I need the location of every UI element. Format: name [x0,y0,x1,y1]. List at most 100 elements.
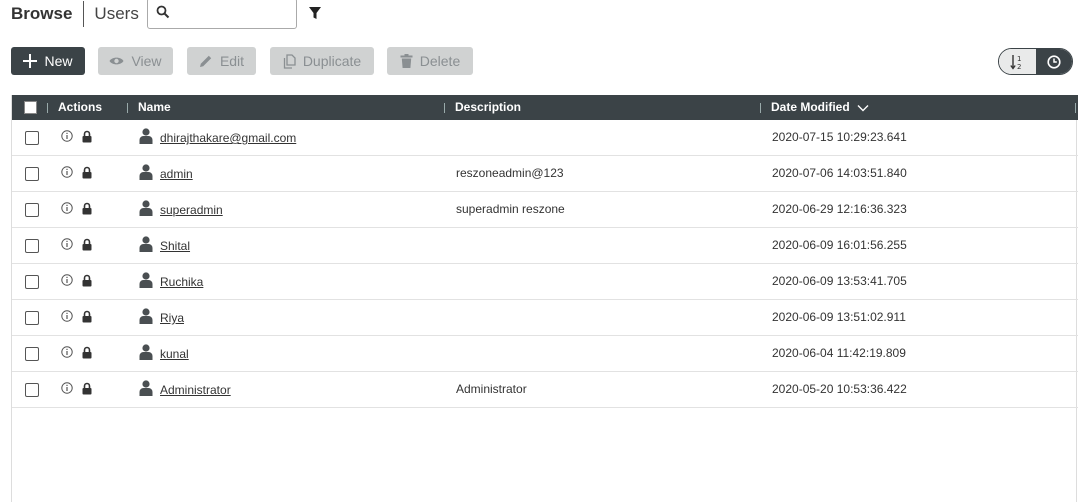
table-row[interactable]: dhirajthakare@gmail.com 2020-07-15 10:29:… [12,120,1078,156]
delete-button-label: Delete [419,53,461,69]
search-box[interactable] [147,0,297,29]
column-header-date-modified-label: Date Modified [771,100,850,114]
lock-icon[interactable] [82,274,92,287]
filter-icon[interactable] [308,6,322,20]
table-row[interactable]: Shital 2020-06-09 16:01:56.255 [12,228,1078,264]
view-button[interactable]: View [98,47,173,75]
svg-text:2: 2 [1017,63,1021,70]
svg-text:1: 1 [1017,55,1021,63]
user-name-link[interactable]: admin [160,167,193,181]
chevron-down-icon [857,104,869,112]
user-icon [139,164,153,180]
column-divider[interactable] [47,103,48,113]
row-checkbox[interactable] [25,167,39,181]
user-icon [139,308,153,324]
breadcrumb: Browse Users [11,1,139,27]
table-row[interactable]: Administrator Administrator 2020-05-20 10:… [12,372,1078,408]
user-name-link[interactable]: Administrator [160,383,231,397]
sort-alpha-button[interactable]: 1 2 [999,49,1036,74]
duplicate-button-label: Duplicate [302,53,362,69]
page-title: Users [94,4,139,23]
new-button[interactable]: New [11,47,85,75]
lock-icon[interactable] [82,310,92,323]
user-description: reszoneadmin@123 [456,166,564,180]
clock-icon [1047,54,1061,69]
row-checkbox[interactable] [25,347,39,361]
user-name-link[interactable]: superadmin [160,203,223,217]
info-icon[interactable] [61,202,73,214]
user-icon [139,128,153,144]
row-checkbox[interactable] [25,239,39,253]
table-row[interactable]: kunal 2020-06-04 11:42:19.809 [12,336,1078,372]
plus-icon [23,54,38,68]
column-divider[interactable] [127,103,128,113]
user-description: Administrator [456,382,527,396]
lock-icon[interactable] [82,238,92,251]
column-divider[interactable] [760,103,761,113]
user-icon [139,344,153,360]
column-header-date-modified[interactable]: Date Modified [771,95,869,120]
info-icon[interactable] [61,130,73,142]
date-modified: 2020-06-09 13:51:02.911 [772,310,906,324]
select-all-checkbox[interactable] [24,101,37,114]
column-header-description[interactable]: Description [455,95,521,120]
table-header: Actions Name Description Date Modified [12,95,1078,120]
user-icon [139,380,153,396]
table-row[interactable]: superadmin superadmin reszone 2020-06-29 1… [12,192,1078,228]
info-icon[interactable] [61,274,73,286]
delete-button[interactable]: Delete [387,47,473,75]
table-row[interactable]: Ruchika 2020-06-09 13:53:41.705 [12,264,1078,300]
date-modified: 2020-06-09 13:53:41.705 [772,274,907,288]
row-checkbox[interactable] [25,203,39,217]
lock-icon[interactable] [82,346,92,359]
search-input[interactable] [174,3,292,25]
info-icon[interactable] [61,382,73,394]
edit-button[interactable]: Edit [187,47,256,75]
column-header-actions: Actions [58,100,103,114]
user-icon [139,236,153,252]
user-name-link[interactable]: Shital [160,239,190,253]
date-modified: 2020-06-04 11:42:19.809 [772,346,906,360]
user-name-link[interactable]: Ruchika [160,275,203,289]
date-modified: 2020-07-06 14:03:51.840 [772,166,907,180]
lock-icon[interactable] [82,166,92,179]
info-icon[interactable] [61,310,73,322]
sort-toggle: 1 2 [998,48,1073,75]
user-name-link[interactable]: Riya [160,311,184,325]
eye-icon [109,57,124,65]
row-checkbox[interactable] [25,131,39,145]
search-icon [156,5,170,19]
column-divider[interactable] [444,103,445,113]
date-modified: 2020-05-20 10:53:36.422 [772,382,907,396]
info-icon[interactable] [61,238,73,250]
user-name-link[interactable]: kunal [160,347,189,361]
row-checkbox[interactable] [25,275,39,289]
view-button-label: View [131,53,162,69]
trash-icon [400,54,413,68]
user-description: superadmin reszone [456,202,565,216]
lock-icon[interactable] [82,382,92,395]
duplicate-button[interactable]: Duplicate [270,47,374,75]
new-button-label: New [44,53,73,69]
user-name-link[interactable]: dhirajthakare@gmail.com [160,131,296,145]
breadcrumb-browse[interactable]: Browse [11,4,72,24]
date-modified: 2020-07-15 10:29:23.641 [772,130,907,144]
row-checkbox[interactable] [25,311,39,325]
lock-icon[interactable] [82,130,92,143]
table-row[interactable]: Riya 2020-06-09 13:51:02.911 [12,300,1078,336]
column-divider[interactable] [1075,103,1076,113]
row-checkbox[interactable] [25,383,39,397]
duplicate-icon [283,53,296,69]
pencil-icon [199,55,212,67]
user-icon [139,272,153,288]
column-header-name[interactable]: Name [138,95,171,120]
date-modified: 2020-06-09 16:01:56.255 [772,238,907,252]
users-table: Actions Name Description Date Modified d… [11,95,1078,502]
sort-alpha-icon: 1 2 [1010,54,1022,70]
sort-date-button[interactable] [1035,49,1072,74]
edit-button-label: Edit [219,53,245,69]
lock-icon[interactable] [82,202,92,215]
info-icon[interactable] [61,166,73,178]
table-row[interactable]: admin reszoneadmin@123 2020-07-06 14:03:51… [12,156,1078,192]
info-icon[interactable] [61,346,73,358]
